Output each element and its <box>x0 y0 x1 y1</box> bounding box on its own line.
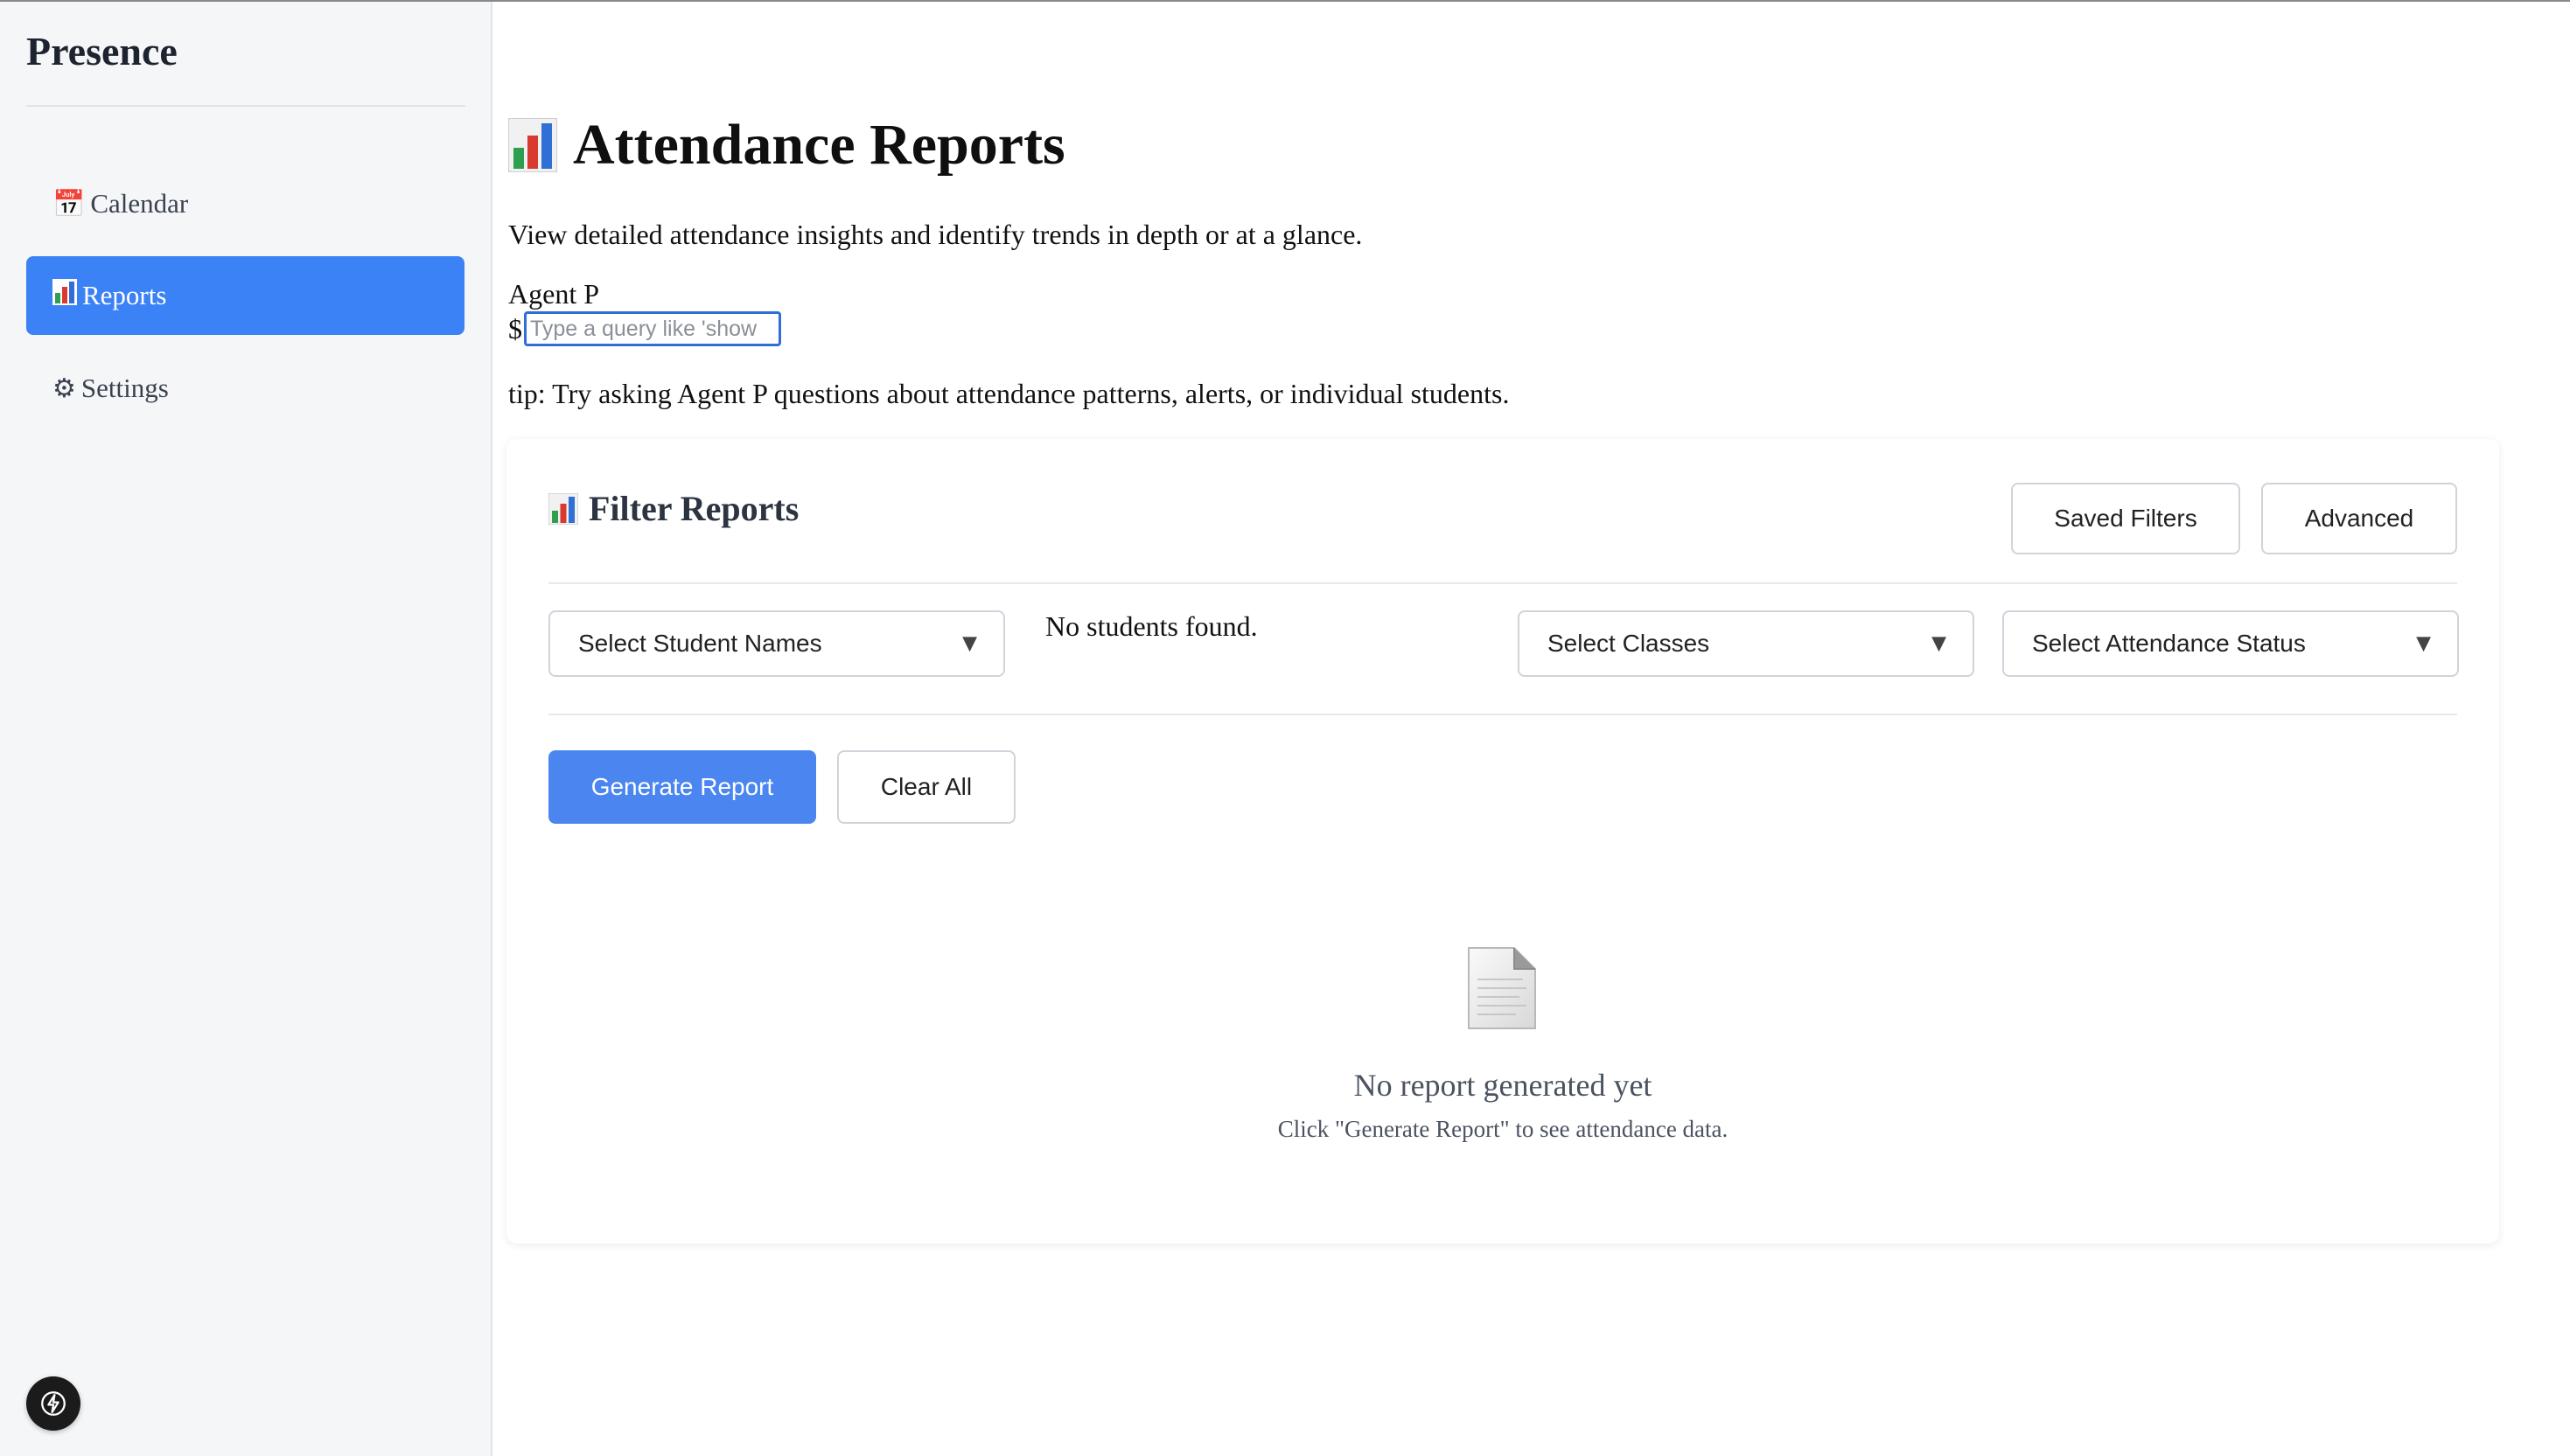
app-brand: Presence <box>26 29 178 73</box>
page-title: Attendance Reports <box>508 112 1065 178</box>
chevron-down-icon: ▼ <box>2416 632 2431 655</box>
prompt-symbol: $ <box>508 312 522 345</box>
generate-report-button[interactable]: Generate Report <box>548 750 816 824</box>
sidebar-item-calendar[interactable]: 📅 Calendar <box>26 164 464 243</box>
attendance-status-select[interactable]: Select Attendance Status ▼ <box>2002 610 2459 677</box>
agent-label: Agent P <box>508 278 599 310</box>
gear-icon: ⚙ <box>52 373 76 404</box>
sidebar-item-label: Settings <box>80 373 169 403</box>
filter-reports-card: Filter Reports Saved Filters Advanced Se… <box>506 439 2499 1244</box>
status-select-label: Select Attendance Status <box>2032 630 2306 657</box>
filter-divider-bottom <box>548 714 2457 715</box>
saved-filters-button[interactable]: Saved Filters <box>2011 483 2240 554</box>
sidebar: Presence 📅 Calendar Reports ⚙ Settings <box>0 2 492 1456</box>
lightning-icon <box>41 1391 66 1416</box>
sidebar-item-reports[interactable]: Reports <box>26 256 464 335</box>
no-students-message: No students found. <box>1045 610 1258 642</box>
empty-state-title: No report generated yet <box>1353 1068 1652 1103</box>
filter-reports-title: Filter Reports <box>548 488 799 529</box>
brand-divider <box>26 105 465 107</box>
clear-all-button[interactable]: Clear All <box>837 750 1016 824</box>
filter-reports-title-text: Filter Reports <box>589 489 800 528</box>
calendar-icon: 📅 <box>52 188 86 219</box>
classes-select[interactable]: Select Classes ▼ <box>1518 610 1974 677</box>
classes-select-label: Select Classes <box>1547 630 1710 657</box>
sidebar-item-label: Calendar <box>90 188 189 219</box>
page-subtitle: View detailed attendance insights and id… <box>508 219 1363 250</box>
main-content: Attendance Reports View detailed attenda… <box>494 2 2570 1456</box>
bar-chart-icon <box>548 492 578 525</box>
agent-query-input[interactable] <box>524 311 781 346</box>
bar-chart-icon <box>508 118 557 172</box>
sidebar-item-label: Reports <box>82 280 167 310</box>
bar-chart-icon <box>52 279 77 312</box>
agent-prompt: $ <box>508 311 781 346</box>
dev-tools-button[interactable] <box>26 1376 80 1431</box>
student-names-select[interactable]: Select Student Names ▼ <box>548 610 1005 677</box>
chevron-down-icon: ▼ <box>962 632 977 655</box>
advanced-button[interactable]: Advanced <box>2261 483 2457 554</box>
filter-divider-top <box>548 582 2457 584</box>
agent-tip: tip: Try asking Agent P questions about … <box>508 378 1510 409</box>
sidebar-item-settings[interactable]: ⚙ Settings <box>26 349 464 428</box>
empty-state-message: Click "Generate Report" to see attendanc… <box>1277 1116 1728 1142</box>
document-icon <box>1468 947 1536 1029</box>
page-title-text: Attendance Reports <box>573 113 1065 177</box>
chevron-down-icon: ▼ <box>1931 632 1946 655</box>
student-select-label: Select Student Names <box>578 630 822 657</box>
